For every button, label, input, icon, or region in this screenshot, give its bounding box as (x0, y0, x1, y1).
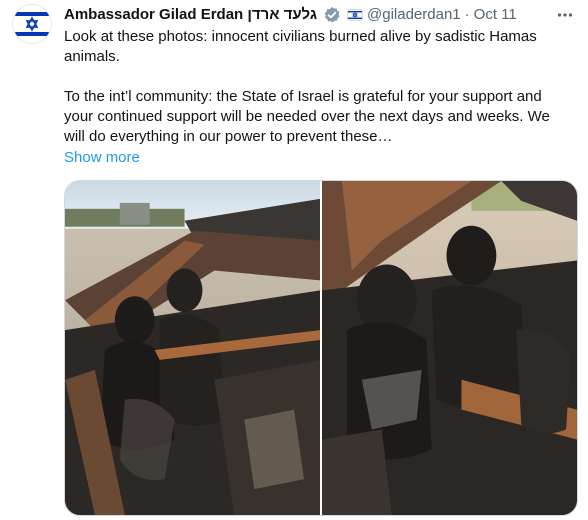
tweet: Ambassador Gilad Erdan גלעד ארדן @gilade… (0, 0, 588, 520)
tweet-paragraph-2: To the int’l community: the State of Isr… (64, 88, 550, 145)
separator-dot: · (464, 6, 470, 23)
tweet-text: Look at these photos: innocent civilians… (64, 27, 574, 147)
tweet-paragraph-1: Look at these photos: innocent civilians… (64, 28, 537, 65)
media-grid (64, 180, 578, 516)
burned-car-photo-1[interactable] (65, 181, 320, 515)
israel-flag-icon (13, 5, 51, 43)
burned-car-photo-2[interactable] (322, 181, 577, 515)
ellipsis-more-icon[interactable] (552, 2, 578, 28)
israel-flag-label-icon (347, 7, 364, 23)
show-more-link[interactable]: Show more (64, 148, 140, 168)
tweet-date[interactable]: Oct 11 (474, 5, 517, 25)
author-handle[interactable]: @giladerdan1 (367, 5, 461, 25)
author-display-name[interactable]: Ambassador Gilad Erdan גלעד ארדן (64, 5, 317, 25)
government-verified-badge-icon[interactable] (323, 6, 341, 24)
author-avatar[interactable] (12, 4, 52, 44)
tweet-header: Ambassador Gilad Erdan גלעד ארדן @gilade… (64, 5, 552, 25)
